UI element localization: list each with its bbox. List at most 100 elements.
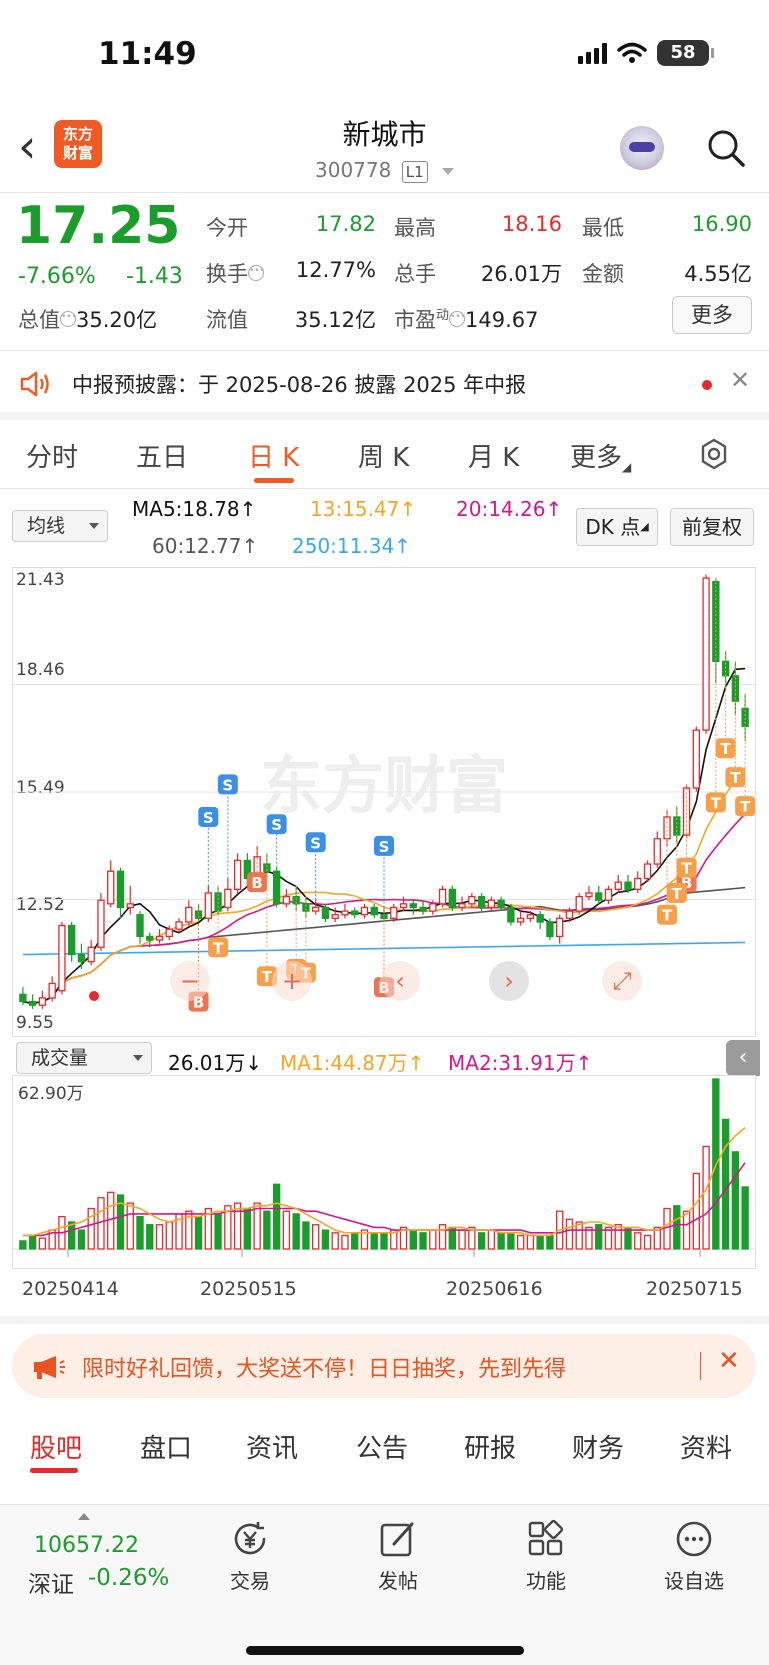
trade-marker-label: T (720, 740, 731, 758)
zoom-out-icon[interactable]: − (170, 961, 210, 1001)
volume-select[interactable]: 成交量 (16, 1042, 152, 1074)
candle-up (653, 838, 661, 865)
candle-up (107, 870, 115, 905)
ai-robot-icon[interactable] (620, 126, 664, 170)
open-label: 今开 (206, 216, 248, 240)
promo-banner[interactable]: 限时好礼回馈，大奖送不停！日日抽奖，先到先得 ✕ (12, 1334, 756, 1398)
volume-bar-down (136, 1215, 144, 1250)
candle-down (712, 581, 720, 662)
candle-down (146, 935, 154, 941)
tab-research[interactable]: 研报 (464, 1428, 516, 1465)
volume-bar-up (165, 1221, 173, 1250)
scroll-left-icon[interactable]: ‹ (380, 961, 420, 1001)
forward-adjust-button[interactable]: 前复权 (670, 508, 754, 546)
notice-text[interactable]: 中报预披露：于 2025-08-26 披露 2025 年中报 (72, 369, 526, 399)
caret-down-icon (133, 1055, 143, 1061)
tab-month-k[interactable]: 月 K (468, 437, 519, 474)
nav-trade[interactable]: 交易 (200, 1519, 300, 1594)
search-icon[interactable] (706, 128, 746, 168)
nav-add-watchlist[interactable]: 设自选 (644, 1519, 744, 1594)
volume-bar-up (233, 1202, 242, 1250)
close-icon[interactable]: ✕ (730, 366, 750, 394)
candle-up (438, 888, 447, 905)
x-tick-label: 20250515 (200, 1278, 297, 1300)
candle-up (614, 881, 622, 891)
candle-down (477, 895, 486, 909)
volume-bar-up (312, 1224, 320, 1250)
candle-down (409, 903, 417, 909)
candle-up (233, 859, 242, 891)
candle-down (624, 881, 632, 891)
volume-bar-up (429, 1229, 437, 1250)
volume-max-label: 62.90万 (18, 1084, 84, 1104)
amount-value: 4.55亿 (684, 262, 752, 286)
gear-icon[interactable] (698, 438, 730, 470)
index-name[interactable]: 深证 (28, 1565, 74, 1599)
fullscreen-icon[interactable]: ⤢ (602, 961, 642, 1001)
volume-bar-up (282, 1210, 291, 1250)
volume-bar-up (331, 1232, 339, 1250)
volume-bar-up (643, 1234, 652, 1250)
dk-points-button[interactable]: DK 点◢ (576, 508, 658, 546)
candle-up (526, 914, 535, 919)
tab-more[interactable]: 更多◢ (570, 437, 631, 474)
pe-label[interactable]: 市盈动•••149.67 (394, 304, 539, 334)
pe-value: 149.67 (465, 308, 539, 332)
unread-dot (702, 380, 712, 390)
more-button[interactable]: 更多 (672, 296, 752, 334)
trade-marker-label: T (672, 885, 683, 903)
bottom-nav: 10657.22 深证 -0.26% 交易 发帖 功能 设自选 (0, 1504, 769, 1665)
candle-up (604, 888, 613, 901)
scroll-right-icon[interactable]: › (489, 961, 529, 1001)
market-cap-label[interactable]: 总值•••35.20亿 (18, 304, 157, 334)
volume-bar-up (526, 1234, 535, 1250)
candle-down (19, 993, 27, 1003)
nav-functions-label: 功能 (526, 1569, 566, 1593)
y-tick-label: 9.55 (16, 1013, 54, 1033)
nav-post[interactable]: 发帖 (348, 1519, 448, 1594)
volume-bar-down (77, 1229, 86, 1250)
volume-bar-up (487, 1229, 496, 1250)
tab-order-book[interactable]: 盘口 (140, 1428, 192, 1465)
tab-week-k[interactable]: 周 K (358, 437, 409, 474)
amount-label: 金额 (582, 262, 624, 286)
tab-financials[interactable]: 财务 (572, 1428, 624, 1465)
tab-intraday[interactable]: 分时 (26, 437, 78, 474)
trade-marker-label: S (379, 838, 390, 856)
volume-bar-down (721, 1118, 730, 1250)
tab-profile[interactable]: 资料 (680, 1428, 732, 1465)
volume-chart[interactable] (12, 1075, 756, 1269)
candle-down (370, 906, 378, 916)
nav-functions[interactable]: 功能 (496, 1519, 596, 1594)
tab-guba[interactable]: 股吧 (30, 1428, 82, 1465)
zoom-in-icon[interactable]: + (272, 961, 312, 1001)
tab-five-day[interactable]: 五日 (136, 437, 188, 474)
candlestick-chart[interactable]: 东方财富 SSSSSBBBBTTTTTTTTTTT −+‹›⤢ (12, 567, 756, 1037)
zoom-in-icon-glyph: + (282, 967, 302, 995)
info-icon: ••• (60, 311, 77, 327)
volume-bar-down (272, 1183, 281, 1250)
volume-bar-down (28, 1234, 37, 1250)
tab-news[interactable]: 资讯 (246, 1428, 298, 1465)
candle-up (165, 928, 173, 938)
grid-apps-icon (528, 1519, 564, 1556)
caret-up-icon[interactable] (78, 1513, 90, 1520)
tab-announcements[interactable]: 公告 (356, 1428, 408, 1465)
volume-bar-up (253, 1202, 261, 1250)
close-icon[interactable]: ✕ (718, 1346, 740, 1376)
caret-down-icon (89, 523, 99, 529)
index-change[interactable]: -0.26% (88, 1565, 169, 1591)
home-indicator (246, 1646, 524, 1655)
candle-up (341, 910, 349, 916)
candle-up (399, 903, 408, 909)
index-value[interactable]: 10657.22 (34, 1533, 139, 1558)
candle-up (224, 888, 232, 909)
turnover-label[interactable]: 换手••• (206, 258, 265, 288)
stock-code: 300778 (315, 158, 392, 182)
volume-select-label: 成交量 (31, 1047, 89, 1069)
trade-marker-label: T (740, 798, 751, 816)
float-cap-label: 流值 (206, 308, 248, 332)
collapse-panel-button[interactable]: ‹ (726, 1040, 760, 1076)
indicator-select[interactable]: 均线 (12, 510, 108, 542)
tab-day-k[interactable]: 日 K (248, 437, 299, 474)
